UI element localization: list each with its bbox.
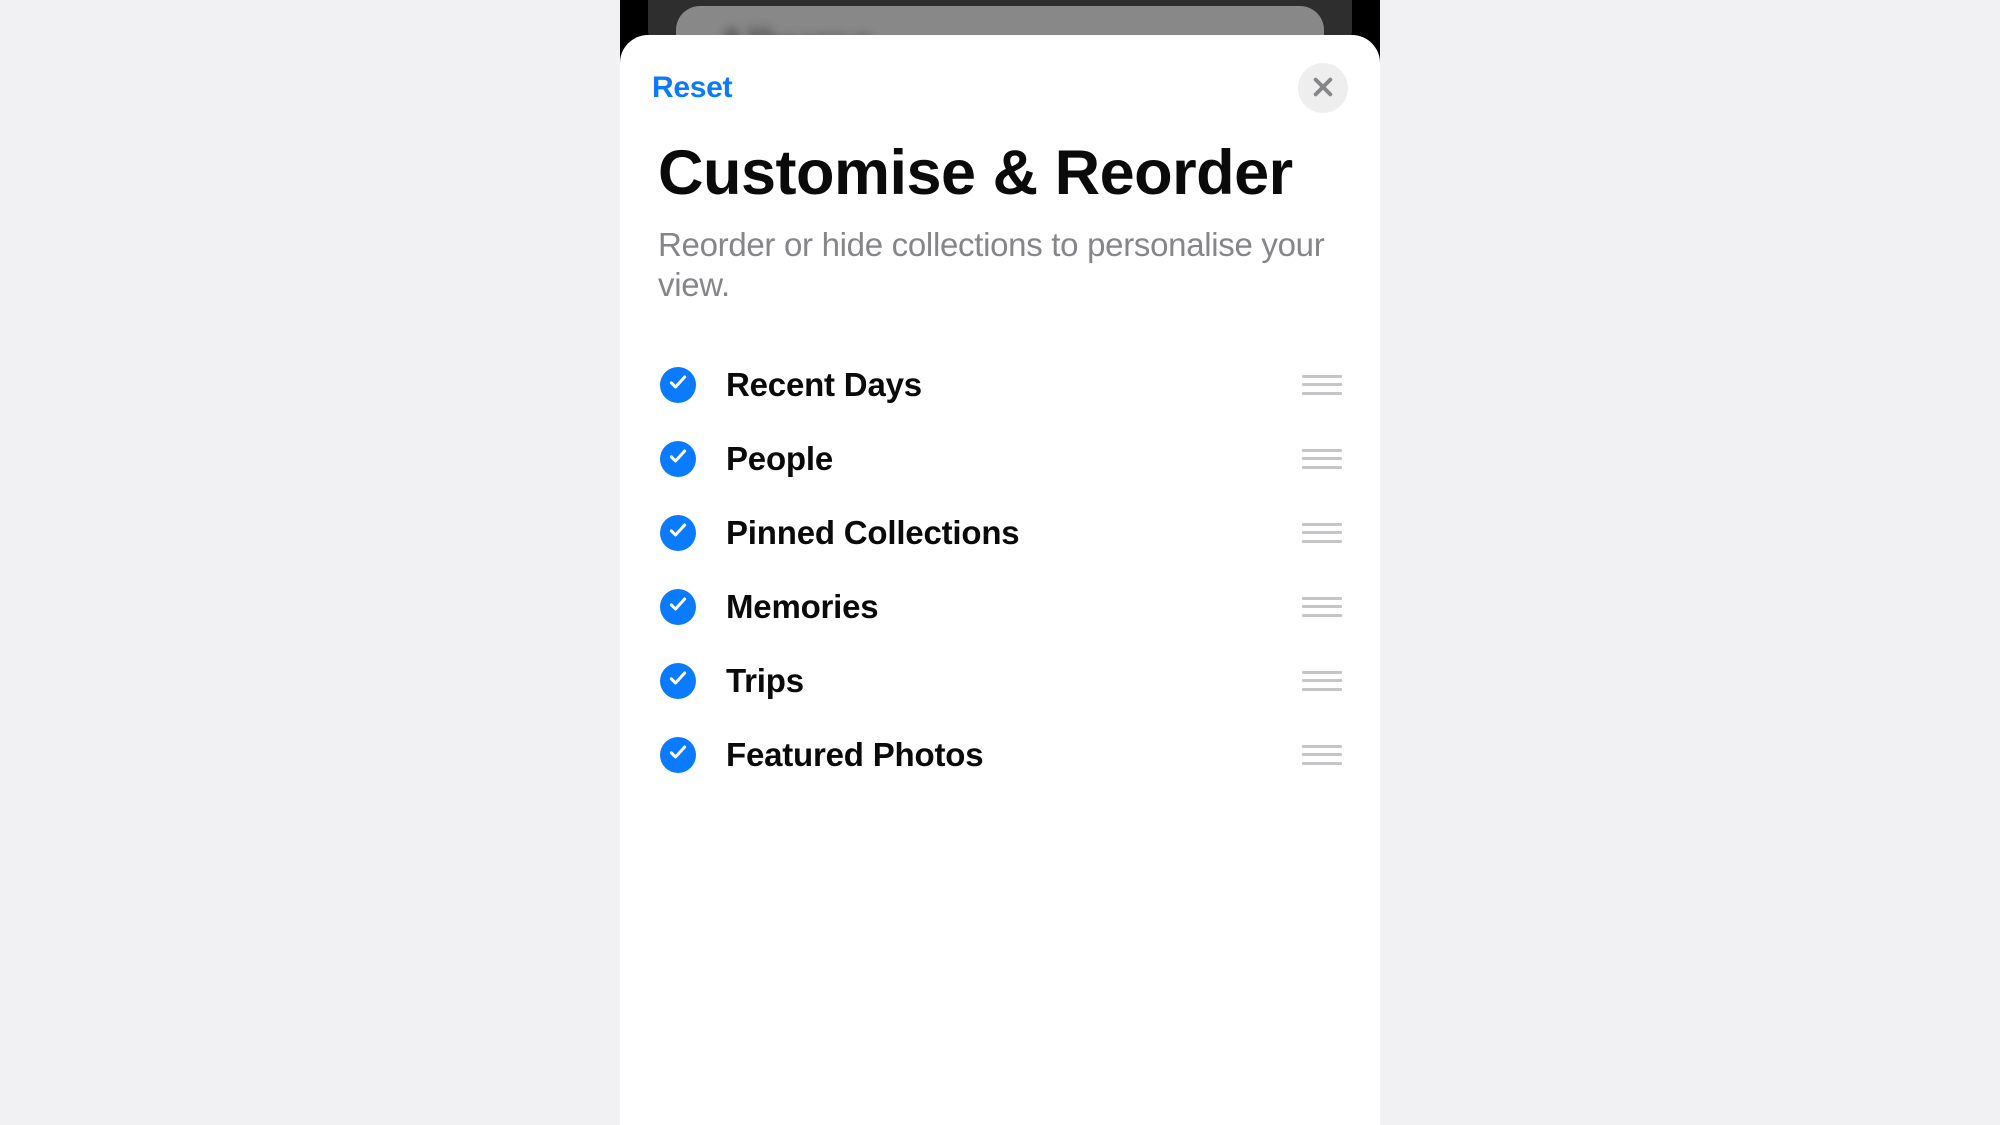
drag-handle-icon[interactable] bbox=[1302, 446, 1342, 472]
checkmark-toggle[interactable] bbox=[660, 589, 696, 625]
checkmark-icon bbox=[668, 372, 688, 397]
list-item[interactable]: People bbox=[660, 422, 1342, 496]
sheet-title: Customise & Reorder bbox=[620, 121, 1380, 207]
drag-handle-icon[interactable] bbox=[1302, 668, 1342, 694]
checkmark-icon bbox=[668, 446, 688, 471]
drag-handle-icon[interactable] bbox=[1302, 742, 1342, 768]
checkmark-icon bbox=[668, 520, 688, 545]
list-item-label: Featured Photos bbox=[726, 736, 1302, 774]
list-item-label: Trips bbox=[726, 662, 1302, 700]
close-icon bbox=[1312, 76, 1334, 101]
list-item[interactable]: Featured Photos bbox=[660, 718, 1342, 792]
drag-handle-icon[interactable] bbox=[1302, 372, 1342, 398]
customise-sheet: Reset Customise & Reorder Reorder or hid… bbox=[620, 35, 1380, 1125]
list-item-label: Pinned Collections bbox=[726, 514, 1302, 552]
reset-button[interactable]: Reset bbox=[652, 71, 732, 105]
checkmark-toggle[interactable] bbox=[660, 441, 696, 477]
list-item[interactable]: Recent Days bbox=[660, 348, 1342, 422]
list-item-label: Recent Days bbox=[726, 366, 1302, 404]
checkmark-icon bbox=[668, 742, 688, 767]
drag-handle-icon[interactable] bbox=[1302, 520, 1342, 546]
list-item[interactable]: Pinned Collections bbox=[660, 496, 1342, 570]
checkmark-toggle[interactable] bbox=[660, 515, 696, 551]
collections-list: Recent Days People bbox=[620, 306, 1380, 792]
checkmark-icon bbox=[668, 594, 688, 619]
checkmark-toggle[interactable] bbox=[660, 737, 696, 773]
list-item-label: Memories bbox=[726, 588, 1302, 626]
sheet-header: Reset bbox=[620, 35, 1380, 121]
checkmark-toggle[interactable] bbox=[660, 367, 696, 403]
checkmark-icon bbox=[668, 668, 688, 693]
close-button[interactable] bbox=[1298, 63, 1348, 113]
checkmark-toggle[interactable] bbox=[660, 663, 696, 699]
drag-handle-icon[interactable] bbox=[1302, 594, 1342, 620]
list-item-label: People bbox=[726, 440, 1302, 478]
list-item[interactable]: Trips bbox=[660, 644, 1342, 718]
sheet-subtitle: Reorder or hide collections to personali… bbox=[620, 207, 1380, 306]
list-item[interactable]: Memories bbox=[660, 570, 1342, 644]
phone-frame: Albums Reset Customise & Reorder Reorder… bbox=[620, 0, 1380, 1125]
